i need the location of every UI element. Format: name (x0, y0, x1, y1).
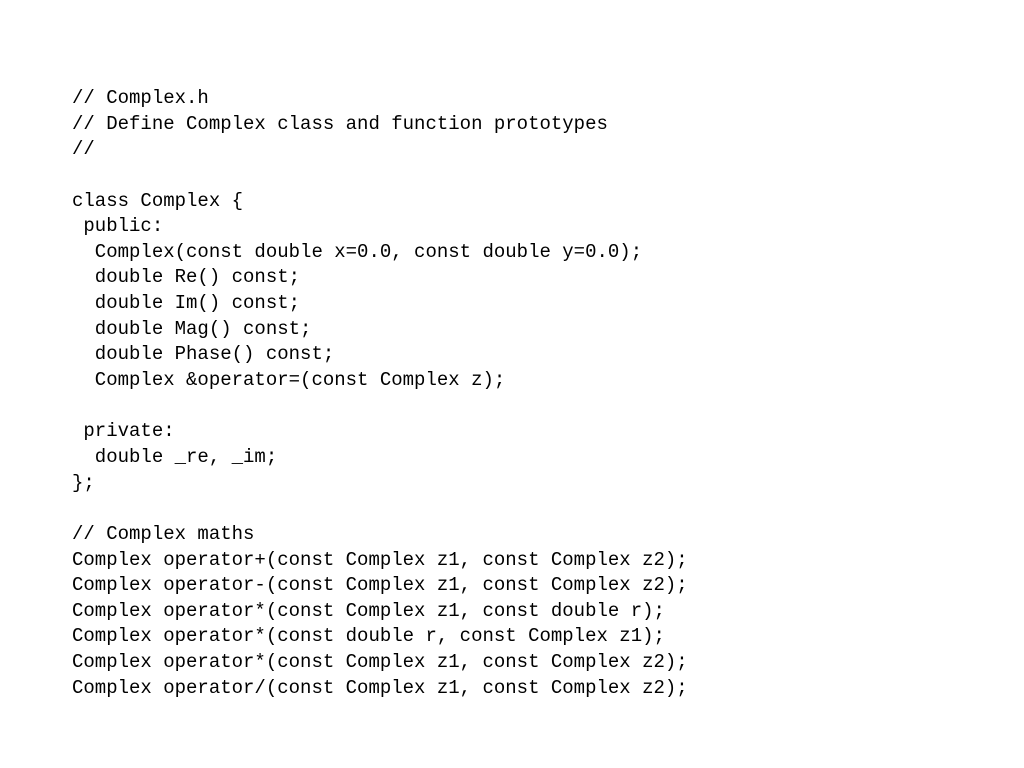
code-listing: // Complex.h // Define Complex class and… (72, 86, 952, 701)
